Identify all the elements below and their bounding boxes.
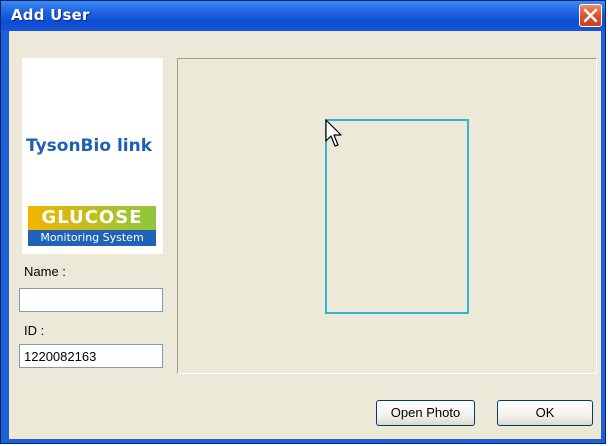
ok-button[interactable]: OK xyxy=(497,400,593,426)
tysonbio-logo: TysonBio link xyxy=(26,136,152,156)
title-bar[interactable]: Add User xyxy=(1,1,605,31)
window-frame-right xyxy=(601,31,605,443)
open-photo-button[interactable]: Open Photo xyxy=(376,400,475,426)
mouse-cursor-icon xyxy=(325,119,345,154)
add-user-dialog: Add User TysonBio link GLUCOSE Monitorin… xyxy=(0,0,606,444)
name-label: Name : xyxy=(24,264,66,279)
glucose-logo: GLUCOSE Monitoring System xyxy=(28,206,156,248)
window-title: Add User xyxy=(11,6,90,24)
brand-logo-text: TysonBio link xyxy=(26,136,153,156)
name-field[interactable] xyxy=(19,288,163,312)
logo-panel: TysonBio link GLUCOSE Monitoring System xyxy=(22,58,163,254)
photo-frame[interactable] xyxy=(325,119,469,314)
close-button[interactable] xyxy=(579,4,602,27)
id-label: ID : xyxy=(24,323,45,338)
window-frame-left xyxy=(1,31,9,443)
close-icon xyxy=(580,5,601,26)
id-field[interactable] xyxy=(19,344,163,368)
glucose-logo-subtitle: Monitoring System xyxy=(28,230,156,246)
glucose-logo-title: GLUCOSE xyxy=(28,206,156,230)
window-frame-bottom xyxy=(1,439,605,443)
